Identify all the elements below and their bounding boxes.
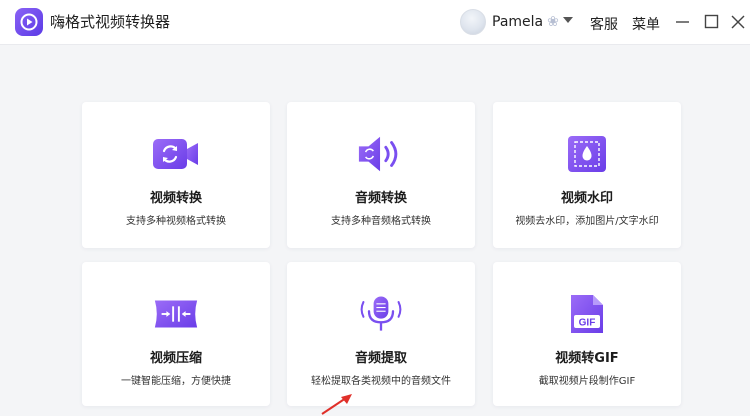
caret-down-icon[interactable] (563, 17, 573, 23)
svg-text:GIF: GIF (579, 318, 596, 329)
feature-title: 视频转GIF (555, 351, 619, 366)
support-link[interactable]: 客服 (590, 14, 618, 34)
feature-title: 视频转换 (149, 191, 202, 206)
watermark-icon (563, 133, 611, 175)
annotation-arrow-icon (318, 392, 356, 416)
feature-card-watermark[interactable]: 视频水印 视频去水印，添加图片/文字水印 (493, 102, 681, 248)
app-title: 嗨格式视频转换器 (50, 13, 171, 31)
feature-title: 视频压缩 (149, 351, 202, 366)
gif-file-icon: GIF (563, 293, 611, 335)
feature-desc: 支持多种音频格式转换 (331, 216, 431, 227)
feature-desc: 一键智能压缩，方便快捷 (121, 376, 231, 387)
feature-desc: 轻松提取各类视频中的音频文件 (311, 376, 451, 387)
user-account[interactable]: Pamela ❀ (460, 9, 559, 35)
microphone-icon (357, 293, 405, 335)
feature-title: 音频转换 (354, 191, 407, 206)
feature-title: 视频水印 (560, 191, 613, 206)
feature-desc: 截取视频片段制作GIF (538, 376, 636, 387)
video-convert-icon (152, 133, 200, 175)
feature-desc: 视频去水印，添加图片/文字水印 (515, 216, 659, 227)
feature-title: 音频提取 (354, 351, 407, 366)
feature-card-video-convert[interactable]: 视频转换 支持多种视频格式转换 (82, 102, 270, 248)
feature-desc: 支持多种视频格式转换 (126, 216, 226, 227)
close-icon[interactable] (728, 12, 748, 32)
title-bar: 嗨格式视频转换器 Pamela ❀ 客服 菜单 (0, 0, 750, 45)
vip-badge-icon: ❀ (547, 14, 559, 30)
audio-convert-icon (357, 133, 405, 175)
feature-card-audio-convert[interactable]: 音频转换 支持多种音频格式转换 (287, 102, 475, 248)
feature-card-video-to-gif[interactable]: GIF 视频转GIF 截取视频片段制作GIF (493, 262, 681, 406)
compress-icon (152, 293, 200, 335)
maximize-icon[interactable] (702, 12, 722, 32)
feature-card-audio-extract[interactable]: 音频提取 轻松提取各类视频中的音频文件 (287, 262, 475, 406)
user-name[interactable]: Pamela (492, 14, 543, 30)
minimize-icon[interactable] (673, 12, 693, 32)
feature-card-compress[interactable]: 视频压缩 一键智能压缩，方便快捷 (82, 262, 270, 406)
app-logo-icon (15, 8, 43, 36)
menu-link[interactable]: 菜单 (632, 14, 660, 34)
avatar[interactable] (460, 9, 486, 35)
